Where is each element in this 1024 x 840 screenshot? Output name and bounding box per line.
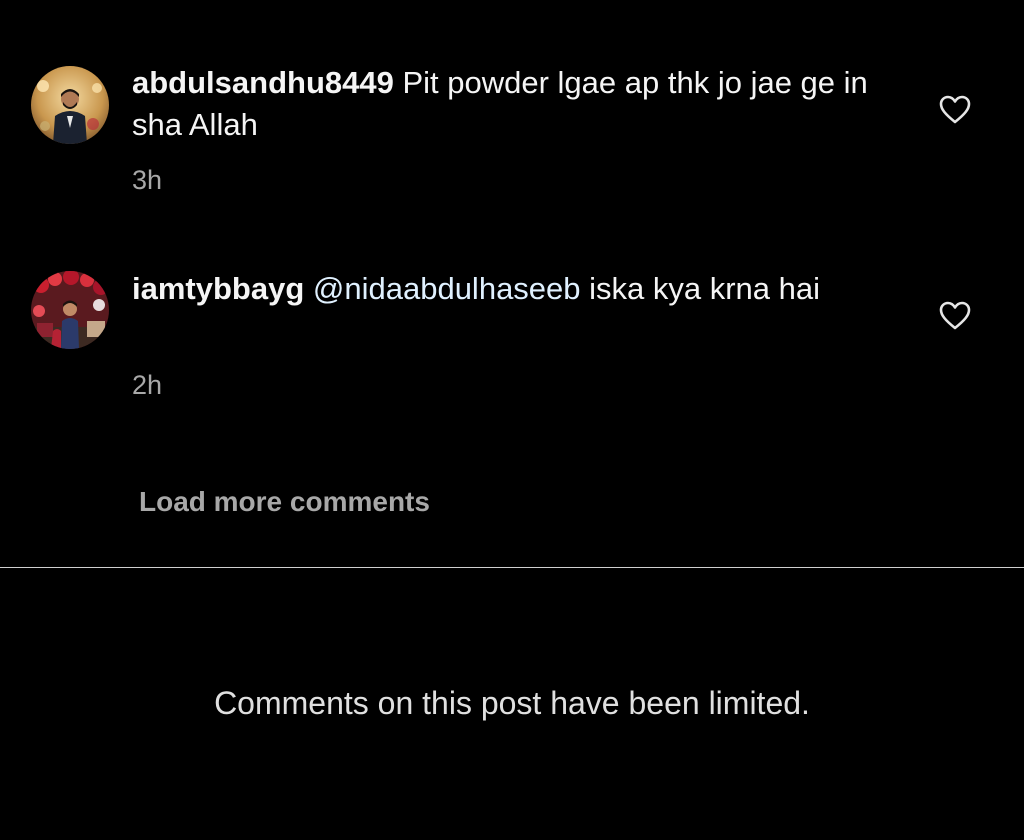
like-button[interactable] <box>939 301 971 331</box>
comment-mention[interactable]: @nidaabdulhaseeb <box>304 271 581 306</box>
avatar[interactable] <box>31 66 109 144</box>
comment-text: abdulsandhu8449 Pit powder lgae ap thk j… <box>132 62 872 146</box>
comment-timestamp: 2h <box>132 370 163 400</box>
avatar[interactable] <box>31 271 109 349</box>
comment-username[interactable]: abdulsandhu8449 <box>132 65 394 100</box>
comments-limited-notice: Comments on this post have been limited. <box>214 685 810 721</box>
like-button[interactable] <box>939 95 971 125</box>
comment-username[interactable]: iamtybbayg <box>132 271 304 306</box>
comment-timestamp: 3h <box>132 165 163 195</box>
comment-message: iska kya krna hai <box>580 271 821 306</box>
avatar-image <box>31 66 109 144</box>
avatar-image <box>31 271 109 349</box>
heart-outline-icon <box>939 301 971 330</box>
load-more-comments-button[interactable]: Load more comments <box>139 486 430 518</box>
heart-outline-icon <box>939 95 971 124</box>
divider <box>0 567 1024 568</box>
comment-text: iamtybbayg @nidaabdulhaseeb iska kya krn… <box>132 268 872 310</box>
